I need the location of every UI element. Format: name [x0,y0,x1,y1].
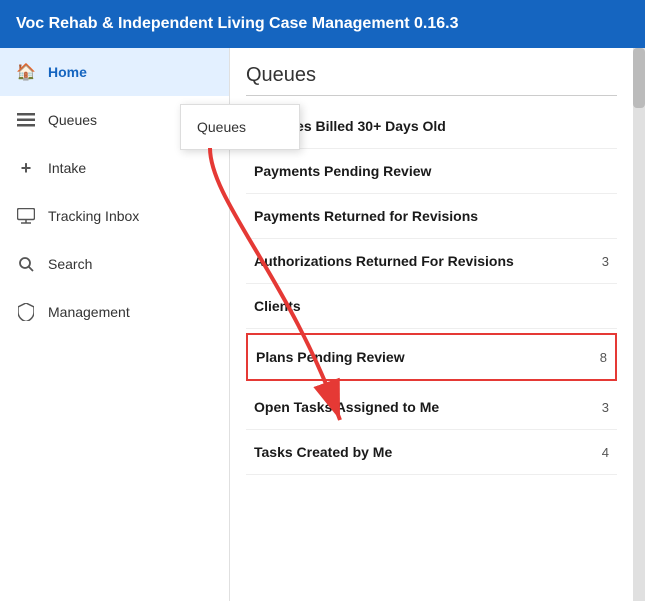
queue-item-label-payments-returned: Payments Returned for Revisions [254,208,609,224]
queues-icon [16,110,36,130]
management-icon [16,302,36,322]
scrollbar-track[interactable] [633,48,645,601]
queues-heading: Queues [246,64,617,96]
queue-item-count-authorizations-returned: 3 [602,254,609,269]
queue-item-count-tasks-created: 4 [602,445,609,460]
queue-item-label-open-tasks: Open Tasks Assigned to Me [254,399,594,415]
intake-icon: + [16,158,36,178]
queue-item-services-billed[interactable]: Services Billed 30+ Days Old [246,104,617,149]
sidebar: 🏠 Home Queues + Intake [0,48,230,601]
queue-item-authorizations-returned[interactable]: Authorizations Returned For Revisions 3 [246,239,617,284]
queue-item-label-tasks-created: Tasks Created by Me [254,444,594,460]
queue-item-payments-pending[interactable]: Payments Pending Review [246,149,617,194]
queues-tooltip: Queues [180,104,300,150]
sidebar-item-home-label: Home [48,64,87,80]
app-title: Voc Rehab & Independent Living Case Mana… [16,15,458,33]
queue-item-label-clients: Clients [254,298,609,314]
app-header: Voc Rehab & Independent Living Case Mana… [0,0,645,48]
sidebar-item-intake-label: Intake [48,160,86,176]
queue-item-count-open-tasks: 3 [602,400,609,415]
sidebar-item-management-label: Management [48,304,130,320]
scrollbar-thumb[interactable] [633,48,645,108]
sidebar-item-intake[interactable]: + Intake [0,144,229,192]
queue-item-count-plans-pending: 8 [600,350,607,365]
queue-item-label-authorizations-returned: Authorizations Returned For Revisions [254,253,594,269]
queue-item-clients[interactable]: Clients [246,284,617,329]
queue-item-payments-returned[interactable]: Payments Returned for Revisions [246,194,617,239]
sidebar-item-tracking-inbox[interactable]: Tracking Inbox [0,192,229,240]
sidebar-item-search[interactable]: Search [0,240,229,288]
queue-item-label-services-billed: Services Billed 30+ Days Old [254,118,609,134]
sidebar-item-queues-label: Queues [48,112,97,128]
home-icon: 🏠 [16,62,36,82]
search-icon [16,254,36,274]
sidebar-item-management[interactable]: Management [0,288,229,336]
queue-item-plans-pending[interactable]: Plans Pending Review 8 [246,333,617,381]
queue-item-label-payments-pending: Payments Pending Review [254,163,609,179]
queue-item-label-plans-pending: Plans Pending Review [256,349,592,365]
queue-list: Services Billed 30+ Days Old Payments Pen… [246,104,617,475]
sidebar-item-tracking-inbox-label: Tracking Inbox [48,208,139,224]
sidebar-item-home[interactable]: 🏠 Home [0,48,229,96]
sidebar-item-search-label: Search [48,256,92,272]
main-layout: 🏠 Home Queues + Intake [0,48,645,601]
queue-item-tasks-created[interactable]: Tasks Created by Me 4 [246,430,617,475]
tracking-inbox-icon [16,206,36,226]
tooltip-queues-item[interactable]: Queues [181,111,299,143]
queue-item-open-tasks[interactable]: Open Tasks Assigned to Me 3 [246,385,617,430]
